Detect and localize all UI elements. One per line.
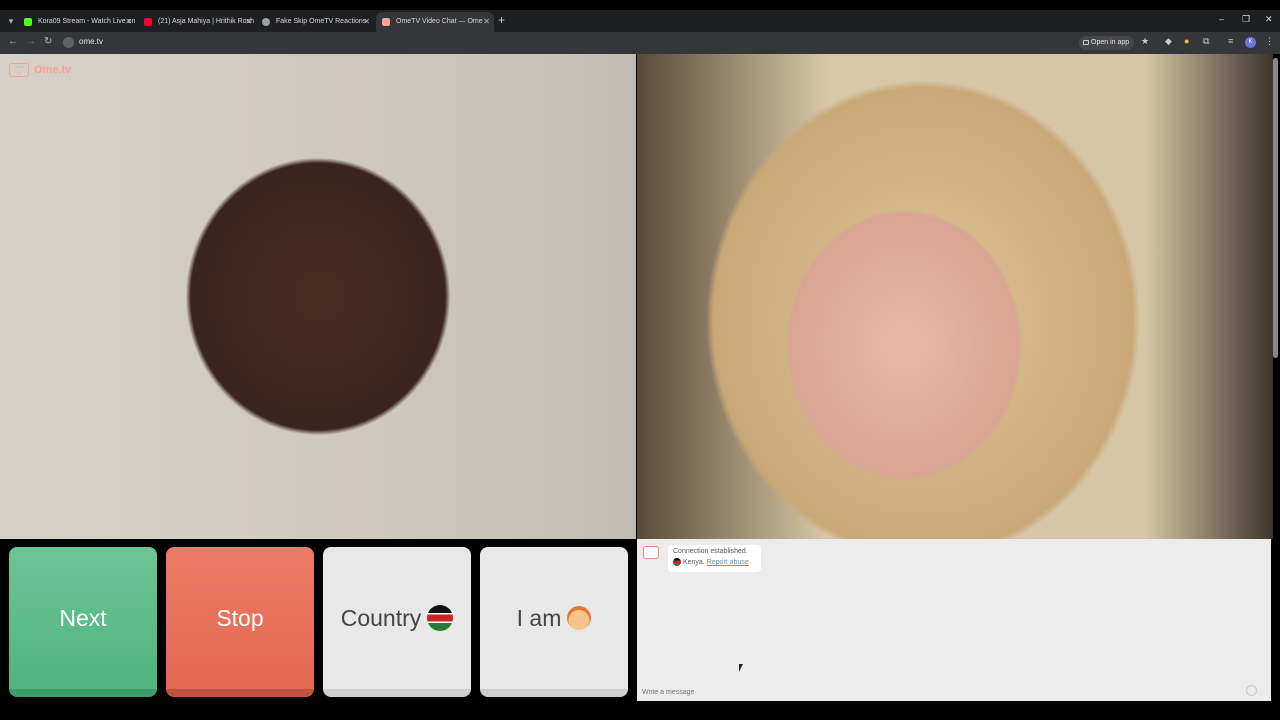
youtube-favicon-icon [144, 18, 152, 26]
close-tab-icon[interactable]: ✕ [483, 12, 490, 32]
bookmark-star-icon[interactable]: ★ [1141, 36, 1149, 47]
mouse-cursor-icon [739, 664, 743, 672]
tab-search-icon[interactable]: ▾ [4, 14, 18, 28]
browser-tab[interactable]: Kora09 Stream - Watch Live on ✕ [18, 12, 136, 32]
browser-tab-active[interactable]: OmeTV Video Chat — Ome ✕ [376, 12, 494, 32]
globe-favicon-icon [262, 18, 270, 26]
browser-tab[interactable]: Fake Skip OmeTV Reactions ✕ [256, 12, 374, 32]
message-text: Connection established. [673, 548, 748, 555]
extension-diamond-icon[interactable]: ◆ [1165, 36, 1172, 47]
tab-strip: ▾ Kora09 Stream - Watch Live on ✕ (21) A… [0, 10, 1280, 32]
male-avatar-icon [567, 605, 592, 630]
stranger-video [637, 54, 1273, 539]
site-logo[interactable]: Ome.tv [34, 64, 71, 76]
site-info-icon[interactable] [63, 37, 74, 48]
gender-button[interactable]: I am [480, 547, 628, 697]
message-country-line: Kenya. Report abuse [673, 558, 756, 566]
stop-button[interactable]: Stop [166, 547, 314, 697]
ometv-logo-icon: ome tv [9, 63, 29, 77]
browser-toolbar: ← → ↻ ome.tv Open in app ★ ◆ ● ⧉ ≡ K ⋮ [0, 32, 1280, 54]
system-message: Connection established. Kenya. Report ab… [668, 545, 761, 572]
browser-tab[interactable]: (21) Asja Mahiya | Hrithik Rosh ✕ [138, 12, 256, 32]
extensions-puzzle-icon[interactable]: ⧉ [1203, 36, 1209, 47]
chat-message-input[interactable] [642, 686, 1242, 698]
reload-icon[interactable]: ↻ [44, 36, 52, 47]
next-button[interactable]: Next [9, 547, 157, 697]
report-abuse-link[interactable]: Report abuse [707, 559, 749, 566]
back-icon[interactable]: ← [8, 36, 18, 47]
close-window-icon[interactable]: ✕ [1265, 14, 1273, 25]
kick-favicon-icon [24, 18, 32, 26]
app-icon [1083, 40, 1089, 45]
ometv-favicon-icon [382, 18, 390, 26]
media-icon[interactable]: ≡ [1228, 36, 1233, 46]
kenya-flag-icon [427, 604, 454, 631]
close-tab-icon[interactable]: ✕ [245, 12, 252, 32]
page-scrollbar[interactable] [1273, 58, 1278, 358]
country-button[interactable]: Country [323, 547, 471, 697]
open-in-app-button[interactable]: Open in app [1079, 36, 1135, 50]
ometv-chat-logo-icon [643, 546, 659, 559]
menu-kebab-icon[interactable]: ⋮ [1265, 36, 1274, 47]
kenya-flag-icon [673, 558, 681, 566]
minimize-icon[interactable]: – [1219, 14, 1224, 24]
new-tab-icon[interactable]: + [498, 13, 505, 27]
restore-icon[interactable]: ❐ [1242, 14, 1250, 25]
local-video [0, 54, 636, 539]
emoji-icon[interactable] [1246, 685, 1257, 696]
forward-icon[interactable]: → [26, 36, 36, 47]
address-bar[interactable]: ome.tv [79, 37, 103, 46]
profile-avatar[interactable]: K [1245, 37, 1256, 48]
extension-key-icon[interactable]: ● [1184, 36, 1189, 46]
close-tab-icon[interactable]: ✕ [125, 12, 132, 32]
close-tab-icon[interactable]: ✕ [363, 12, 370, 32]
